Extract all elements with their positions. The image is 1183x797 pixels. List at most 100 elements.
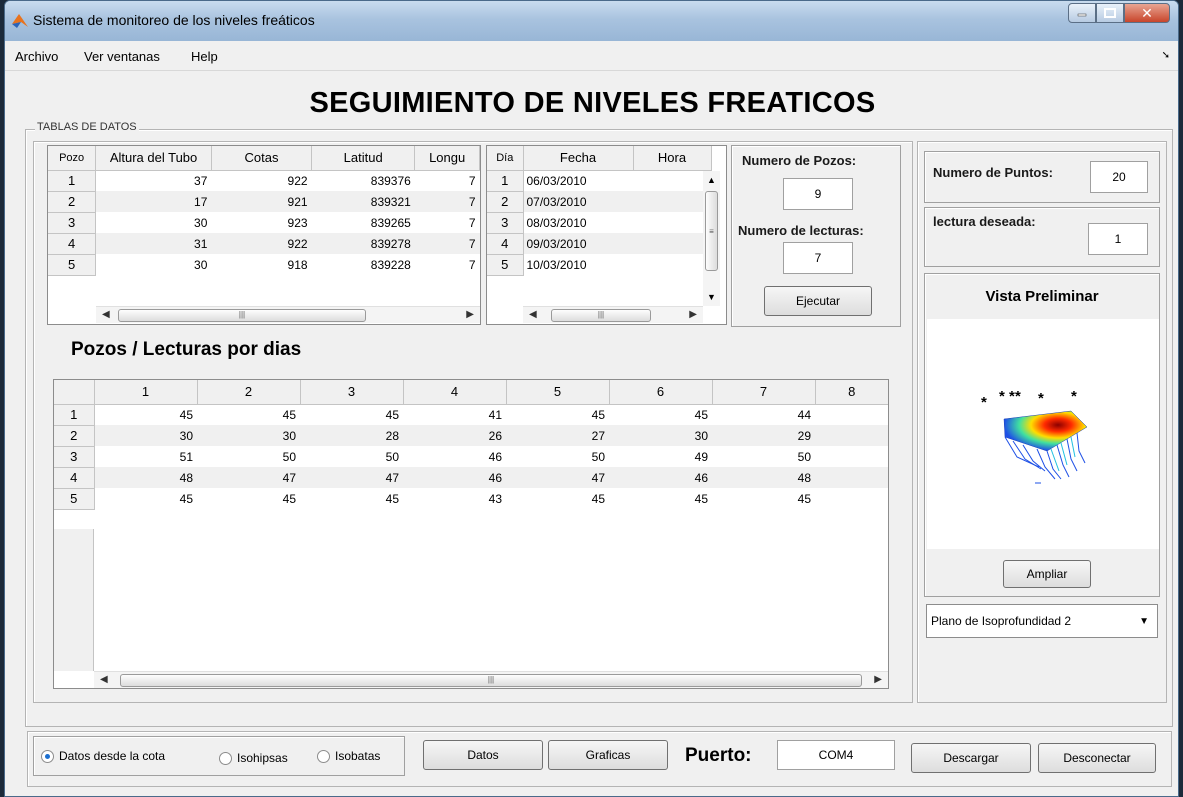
- table-cell[interactable]: 839228: [312, 254, 415, 275]
- surface-plot-preview[interactable]: * * * * * *: [927, 319, 1159, 549]
- table-cell[interactable]: 839265: [312, 212, 415, 233]
- table-cell[interactable]: 41: [403, 404, 506, 425]
- col-header[interactable]: 3: [300, 380, 404, 405]
- table-cell[interactable]: 7: [414, 191, 480, 212]
- table-cell[interactable]: 45: [94, 488, 197, 509]
- scroll-thumb[interactable]: |||: [120, 674, 862, 687]
- scroll-right-icon[interactable]: ▶: [874, 674, 882, 685]
- table-cell[interactable]: [815, 467, 888, 488]
- col-header[interactable]: Día: [487, 146, 524, 171]
- table-cell[interactable]: 47: [506, 467, 609, 488]
- scroll-thumb[interactable]: |||: [551, 309, 651, 322]
- table-cell[interactable]: 45: [300, 488, 403, 509]
- scroll-thumb[interactable]: |||: [118, 309, 366, 322]
- radio-datos-cota[interactable]: Datos desde la cota: [41, 749, 165, 763]
- radio-isohipsas[interactable]: Isohipsas: [219, 751, 288, 765]
- num-lecturas-input[interactable]: 7: [783, 242, 853, 274]
- col-header[interactable]: Longu: [414, 146, 480, 171]
- row-header[interactable]: 3: [487, 212, 524, 234]
- table-cell[interactable]: [633, 170, 711, 191]
- table-cell[interactable]: [633, 233, 711, 254]
- table-cell[interactable]: 922: [211, 170, 311, 191]
- lecturas-hscrollbar[interactable]: ◀ ||| ▶: [94, 671, 888, 688]
- row-header[interactable]: 2: [54, 425, 95, 447]
- table-cell[interactable]: 10/03/2010: [523, 254, 633, 275]
- dias-vscrollbar[interactable]: ▲ ≡ ▼: [703, 171, 720, 306]
- table-cell[interactable]: 7: [415, 254, 480, 275]
- col-header[interactable]: Hora: [633, 146, 712, 171]
- table-cell[interactable]: 45: [506, 488, 609, 509]
- menubar-arrow-icon[interactable]: ➘: [1162, 50, 1170, 61]
- table-cell[interactable]: 839321: [311, 191, 415, 212]
- row-header[interactable]: 4: [48, 233, 97, 255]
- row-header[interactable]: 5: [54, 488, 95, 510]
- table-cell[interactable]: [815, 425, 888, 446]
- table-cell[interactable]: 46: [403, 467, 506, 488]
- plot-type-select[interactable]: Plano de Isoprofundidad 2 ▼: [926, 604, 1158, 638]
- table-cell[interactable]: 922: [211, 233, 312, 254]
- table-cell[interactable]: 27: [506, 425, 609, 446]
- table-cell[interactable]: 50: [712, 446, 815, 467]
- table-cell[interactable]: 839278: [311, 233, 415, 254]
- table-cell[interactable]: 47: [197, 467, 300, 488]
- table-cell[interactable]: 51: [94, 446, 197, 467]
- table-cell[interactable]: 26: [403, 425, 506, 446]
- scroll-right-icon[interactable]: ▶: [689, 309, 697, 320]
- table-cell[interactable]: 50: [300, 446, 403, 467]
- table-cell[interactable]: 06/03/2010: [523, 170, 633, 191]
- table-cell[interactable]: 07/03/2010: [523, 191, 633, 212]
- row-header[interactable]: 5: [487, 254, 524, 276]
- maximize-button[interactable]: [1096, 3, 1124, 23]
- col-header[interactable]: Fecha: [523, 146, 634, 171]
- row-header[interactable]: 2: [48, 191, 97, 213]
- table-cell[interactable]: 46: [609, 467, 712, 488]
- dias-table[interactable]: Día Fecha Hora 1 06/03/2010 2 07/03/2010: [486, 145, 727, 325]
- dias-hscrollbar[interactable]: ◀ ||| ▶: [523, 306, 703, 323]
- table-cell[interactable]: 47: [300, 467, 403, 488]
- menu-archivo[interactable]: Archivo: [15, 49, 58, 64]
- ejecutar-button[interactable]: Ejecutar: [764, 286, 872, 316]
- table-cell[interactable]: 08/03/2010: [523, 212, 633, 233]
- table-cell[interactable]: 44: [712, 404, 815, 425]
- menu-help[interactable]: Help: [191, 49, 218, 64]
- table-cell[interactable]: 45: [712, 488, 815, 509]
- row-header[interactable]: 1: [48, 170, 97, 192]
- table-cell[interactable]: [633, 212, 711, 233]
- table-cell[interactable]: 45: [300, 404, 403, 425]
- col-header[interactable]: 7: [712, 380, 816, 405]
- table-cell[interactable]: 48: [712, 467, 815, 488]
- row-header[interactable]: 2: [487, 191, 524, 213]
- lectura-deseada-input[interactable]: 1: [1088, 223, 1148, 255]
- num-pozos-input[interactable]: 9: [783, 178, 853, 210]
- chevron-down-icon[interactable]: ▼: [1139, 616, 1149, 627]
- table-cell[interactable]: 30: [609, 425, 712, 446]
- table-cell[interactable]: 37: [96, 170, 212, 191]
- pozos-hscrollbar[interactable]: ◀ ||| ▶: [96, 306, 480, 323]
- col-header[interactable]: 5: [506, 380, 610, 405]
- scroll-up-icon[interactable]: ▲: [707, 175, 716, 185]
- table-cell[interactable]: 45: [506, 404, 609, 425]
- scroll-down-icon[interactable]: ▼: [707, 292, 716, 302]
- col-header[interactable]: Cotas: [211, 146, 313, 171]
- col-header[interactable]: 6: [609, 380, 713, 405]
- row-header[interactable]: 1: [54, 404, 95, 426]
- menu-ver-ventanas[interactable]: Ver ventanas: [84, 49, 160, 64]
- row-header[interactable]: 3: [48, 212, 97, 234]
- table-cell[interactable]: [815, 488, 888, 509]
- row-header[interactable]: 5: [48, 254, 97, 276]
- ampliar-button[interactable]: Ampliar: [1003, 560, 1091, 588]
- pozos-table[interactable]: Pozo Altura del Tubo Cotas Latitud Longu…: [47, 145, 481, 325]
- table-cell[interactable]: 7: [414, 233, 480, 254]
- radio-isobatas[interactable]: Isobatas: [317, 749, 380, 763]
- table-cell[interactable]: 43: [403, 488, 506, 509]
- row-header[interactable]: 1: [487, 170, 524, 192]
- col-header[interactable]: 2: [197, 380, 301, 405]
- table-cell[interactable]: 50: [197, 446, 300, 467]
- table-cell[interactable]: 839376: [312, 170, 415, 191]
- lecturas-table[interactable]: 1 2 3 4 5 6 7 8 1 45 45 45 41 45 45 44 2…: [53, 379, 889, 689]
- puerto-input[interactable]: COM4: [777, 740, 895, 770]
- table-cell[interactable]: 918: [211, 254, 311, 275]
- desconectar-button[interactable]: Desconectar: [1038, 743, 1156, 773]
- table-cell[interactable]: 50: [506, 446, 609, 467]
- table-cell[interactable]: 49: [609, 446, 712, 467]
